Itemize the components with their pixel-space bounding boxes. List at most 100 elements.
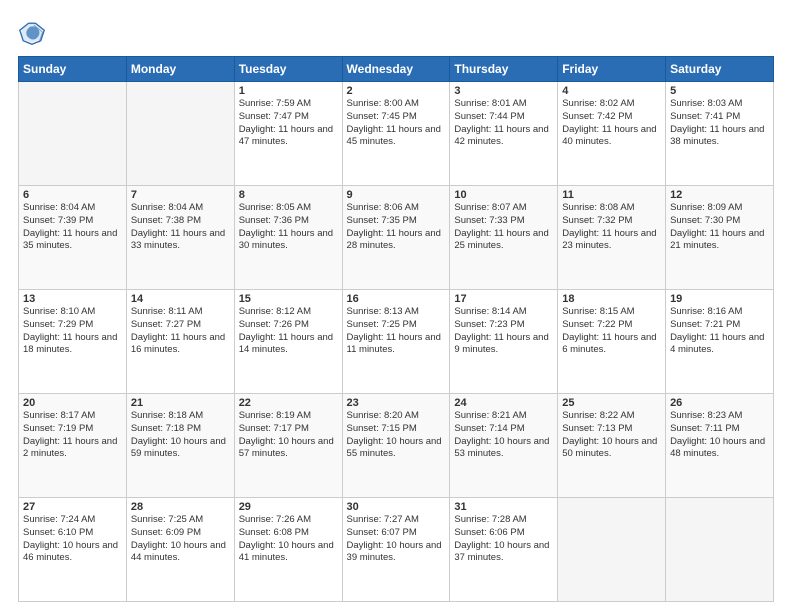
day-of-week-monday: Monday [126, 57, 234, 82]
day-info: Sunrise: 8:20 AM Sunset: 7:15 PM Dayligh… [347, 410, 446, 461]
day-info: Sunrise: 8:19 AM Sunset: 7:17 PM Dayligh… [239, 410, 338, 461]
day-of-week-sunday: Sunday [19, 57, 127, 82]
calendar-cell: 20Sunrise: 8:17 AM Sunset: 7:19 PM Dayli… [19, 394, 127, 498]
day-number: 7 [131, 189, 230, 201]
day-of-week-saturday: Saturday [666, 57, 774, 82]
day-of-week-friday: Friday [558, 57, 666, 82]
calendar-cell: 29Sunrise: 7:26 AM Sunset: 6:08 PM Dayli… [234, 498, 342, 602]
day-number: 1 [239, 85, 338, 97]
calendar-cell: 13Sunrise: 8:10 AM Sunset: 7:29 PM Dayli… [19, 290, 127, 394]
day-of-week-tuesday: Tuesday [234, 57, 342, 82]
day-info: Sunrise: 7:24 AM Sunset: 6:10 PM Dayligh… [23, 514, 122, 565]
day-number: 11 [562, 189, 661, 201]
day-number: 31 [454, 501, 553, 513]
day-number: 16 [347, 293, 446, 305]
calendar-cell: 11Sunrise: 8:08 AM Sunset: 7:32 PM Dayli… [558, 186, 666, 290]
calendar-cell: 18Sunrise: 8:15 AM Sunset: 7:22 PM Dayli… [558, 290, 666, 394]
day-number: 13 [23, 293, 122, 305]
day-info: Sunrise: 8:06 AM Sunset: 7:35 PM Dayligh… [347, 202, 446, 253]
day-info: Sunrise: 8:16 AM Sunset: 7:21 PM Dayligh… [670, 306, 769, 357]
day-number: 25 [562, 397, 661, 409]
day-number: 17 [454, 293, 553, 305]
calendar-cell [666, 498, 774, 602]
day-info: Sunrise: 8:14 AM Sunset: 7:23 PM Dayligh… [454, 306, 553, 357]
calendar-cell: 16Sunrise: 8:13 AM Sunset: 7:25 PM Dayli… [342, 290, 450, 394]
day-info: Sunrise: 8:18 AM Sunset: 7:18 PM Dayligh… [131, 410, 230, 461]
day-info: Sunrise: 8:21 AM Sunset: 7:14 PM Dayligh… [454, 410, 553, 461]
day-number: 19 [670, 293, 769, 305]
day-info: Sunrise: 8:05 AM Sunset: 7:36 PM Dayligh… [239, 202, 338, 253]
calendar-cell [558, 498, 666, 602]
calendar-cell: 5Sunrise: 8:03 AM Sunset: 7:41 PM Daylig… [666, 82, 774, 186]
calendar-header-row: SundayMondayTuesdayWednesdayThursdayFrid… [19, 57, 774, 82]
calendar-cell: 19Sunrise: 8:16 AM Sunset: 7:21 PM Dayli… [666, 290, 774, 394]
calendar-cell [19, 82, 127, 186]
day-info: Sunrise: 7:28 AM Sunset: 6:06 PM Dayligh… [454, 514, 553, 565]
day-number: 21 [131, 397, 230, 409]
logo [18, 18, 50, 46]
day-info: Sunrise: 8:08 AM Sunset: 7:32 PM Dayligh… [562, 202, 661, 253]
calendar-cell: 31Sunrise: 7:28 AM Sunset: 6:06 PM Dayli… [450, 498, 558, 602]
day-info: Sunrise: 8:11 AM Sunset: 7:27 PM Dayligh… [131, 306, 230, 357]
logo-icon [18, 18, 46, 46]
day-number: 28 [131, 501, 230, 513]
day-number: 20 [23, 397, 122, 409]
day-info: Sunrise: 8:02 AM Sunset: 7:42 PM Dayligh… [562, 98, 661, 149]
day-number: 2 [347, 85, 446, 97]
calendar-cell: 6Sunrise: 8:04 AM Sunset: 7:39 PM Daylig… [19, 186, 127, 290]
day-number: 26 [670, 397, 769, 409]
day-info: Sunrise: 8:09 AM Sunset: 7:30 PM Dayligh… [670, 202, 769, 253]
calendar-table: SundayMondayTuesdayWednesdayThursdayFrid… [18, 56, 774, 602]
day-info: Sunrise: 8:12 AM Sunset: 7:26 PM Dayligh… [239, 306, 338, 357]
header [18, 18, 774, 46]
page: SundayMondayTuesdayWednesdayThursdayFrid… [0, 0, 792, 612]
day-number: 22 [239, 397, 338, 409]
calendar-cell: 24Sunrise: 8:21 AM Sunset: 7:14 PM Dayli… [450, 394, 558, 498]
calendar-cell: 12Sunrise: 8:09 AM Sunset: 7:30 PM Dayli… [666, 186, 774, 290]
calendar-cell [126, 82, 234, 186]
day-number: 12 [670, 189, 769, 201]
calendar-cell: 26Sunrise: 8:23 AM Sunset: 7:11 PM Dayli… [666, 394, 774, 498]
day-of-week-wednesday: Wednesday [342, 57, 450, 82]
calendar-cell: 7Sunrise: 8:04 AM Sunset: 7:38 PM Daylig… [126, 186, 234, 290]
calendar-cell: 1Sunrise: 7:59 AM Sunset: 7:47 PM Daylig… [234, 82, 342, 186]
calendar-cell: 25Sunrise: 8:22 AM Sunset: 7:13 PM Dayli… [558, 394, 666, 498]
day-number: 15 [239, 293, 338, 305]
calendar-cell: 9Sunrise: 8:06 AM Sunset: 7:35 PM Daylig… [342, 186, 450, 290]
calendar-cell: 27Sunrise: 7:24 AM Sunset: 6:10 PM Dayli… [19, 498, 127, 602]
calendar-cell: 15Sunrise: 8:12 AM Sunset: 7:26 PM Dayli… [234, 290, 342, 394]
calendar-week-4: 20Sunrise: 8:17 AM Sunset: 7:19 PM Dayli… [19, 394, 774, 498]
day-number: 29 [239, 501, 338, 513]
day-number: 30 [347, 501, 446, 513]
day-number: 4 [562, 85, 661, 97]
day-info: Sunrise: 8:10 AM Sunset: 7:29 PM Dayligh… [23, 306, 122, 357]
day-number: 27 [23, 501, 122, 513]
day-number: 8 [239, 189, 338, 201]
day-number: 5 [670, 85, 769, 97]
day-info: Sunrise: 8:04 AM Sunset: 7:38 PM Dayligh… [131, 202, 230, 253]
calendar-cell: 22Sunrise: 8:19 AM Sunset: 7:17 PM Dayli… [234, 394, 342, 498]
day-number: 24 [454, 397, 553, 409]
day-info: Sunrise: 8:07 AM Sunset: 7:33 PM Dayligh… [454, 202, 553, 253]
day-number: 10 [454, 189, 553, 201]
calendar-cell: 30Sunrise: 7:27 AM Sunset: 6:07 PM Dayli… [342, 498, 450, 602]
calendar-week-2: 6Sunrise: 8:04 AM Sunset: 7:39 PM Daylig… [19, 186, 774, 290]
day-number: 23 [347, 397, 446, 409]
day-info: Sunrise: 8:15 AM Sunset: 7:22 PM Dayligh… [562, 306, 661, 357]
day-info: Sunrise: 8:03 AM Sunset: 7:41 PM Dayligh… [670, 98, 769, 149]
calendar-cell: 23Sunrise: 8:20 AM Sunset: 7:15 PM Dayli… [342, 394, 450, 498]
calendar-cell: 21Sunrise: 8:18 AM Sunset: 7:18 PM Dayli… [126, 394, 234, 498]
day-info: Sunrise: 8:01 AM Sunset: 7:44 PM Dayligh… [454, 98, 553, 149]
day-info: Sunrise: 8:00 AM Sunset: 7:45 PM Dayligh… [347, 98, 446, 149]
calendar-week-1: 1Sunrise: 7:59 AM Sunset: 7:47 PM Daylig… [19, 82, 774, 186]
day-number: 6 [23, 189, 122, 201]
day-number: 9 [347, 189, 446, 201]
calendar-cell: 3Sunrise: 8:01 AM Sunset: 7:44 PM Daylig… [450, 82, 558, 186]
calendar-cell: 28Sunrise: 7:25 AM Sunset: 6:09 PM Dayli… [126, 498, 234, 602]
calendar-cell: 8Sunrise: 8:05 AM Sunset: 7:36 PM Daylig… [234, 186, 342, 290]
day-info: Sunrise: 8:22 AM Sunset: 7:13 PM Dayligh… [562, 410, 661, 461]
day-number: 18 [562, 293, 661, 305]
calendar-cell: 17Sunrise: 8:14 AM Sunset: 7:23 PM Dayli… [450, 290, 558, 394]
calendar-week-3: 13Sunrise: 8:10 AM Sunset: 7:29 PM Dayli… [19, 290, 774, 394]
day-info: Sunrise: 8:17 AM Sunset: 7:19 PM Dayligh… [23, 410, 122, 461]
